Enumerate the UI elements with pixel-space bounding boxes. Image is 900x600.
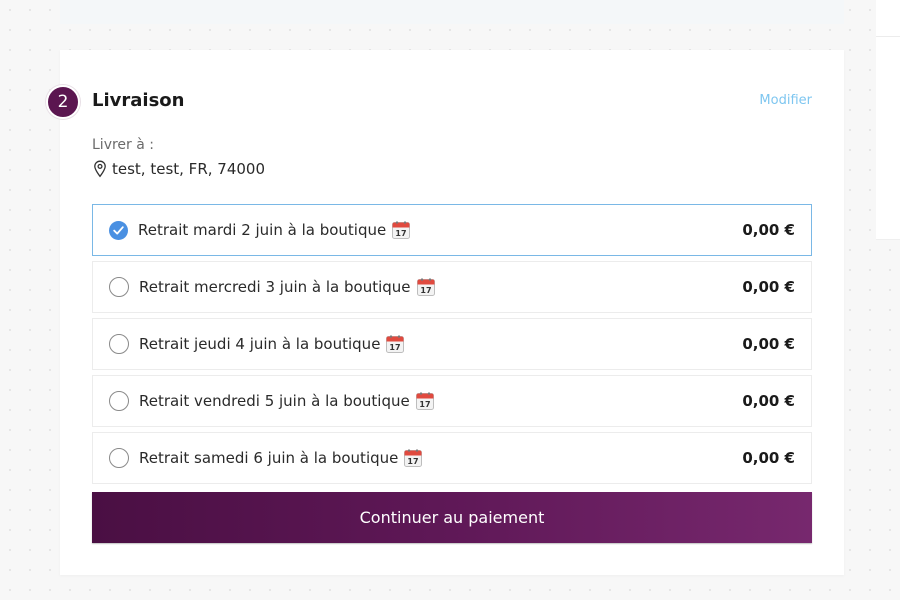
svg-text:17: 17 <box>420 286 431 295</box>
delivery-option-price: 0,00 € <box>742 221 795 239</box>
delivery-option-label: Retrait mercredi 3 juin à la boutique <box>139 278 411 296</box>
delivery-address: test, test, FR, 74000 <box>92 160 265 178</box>
radio-checked-icon[interactable] <box>109 220 128 240</box>
calendar-icon: 17 <box>415 391 435 411</box>
address-text: test, test, FR, 74000 <box>112 160 265 178</box>
delivery-option-label: Retrait jeudi 4 juin à la boutique <box>139 335 381 353</box>
radio-unchecked-icon[interactable] <box>109 277 129 297</box>
delivery-option-label: Retrait mardi 2 juin à la boutique <box>138 221 387 239</box>
delivery-option[interactable]: Retrait mercredi 3 juin à la boutique 17… <box>92 261 812 313</box>
svg-text:17: 17 <box>390 343 401 352</box>
calendar-icon: 17 <box>391 220 411 240</box>
delivery-option-label: Retrait vendredi 5 juin à la boutique <box>139 392 410 410</box>
delivery-option[interactable]: Retrait jeudi 4 juin à la boutique 17 0,… <box>92 318 812 370</box>
delivery-option-price: 0,00 € <box>742 449 795 467</box>
delivery-option-price: 0,00 € <box>742 278 795 296</box>
delivery-option[interactable]: Retrait mardi 2 juin à la boutique 17 0,… <box>92 204 812 256</box>
delivery-option-price: 0,00 € <box>742 392 795 410</box>
delivery-option[interactable]: Retrait samedi 6 juin à la boutique 17 0… <box>92 432 812 484</box>
radio-unchecked-icon[interactable] <box>109 391 129 411</box>
map-pin-icon <box>92 160 108 178</box>
deliver-to-label: Livrer à : <box>92 137 154 153</box>
step-number-badge: 2 <box>46 85 80 119</box>
continue-to-payment-button[interactable]: Continuer au paiement <box>92 492 812 543</box>
top-background-strip <box>60 0 844 24</box>
edit-link[interactable]: Modifier <box>759 93 812 108</box>
delivery-option[interactable]: Retrait vendredi 5 juin à la boutique 17… <box>92 375 812 427</box>
calendar-icon: 17 <box>416 277 436 297</box>
delivery-section-card: 2 Livraison Modifier Livrer à : test, te… <box>46 50 844 575</box>
svg-text:17: 17 <box>396 229 407 238</box>
delivery-option-label: Retrait samedi 6 juin à la boutique <box>139 449 399 467</box>
radio-unchecked-icon[interactable] <box>109 448 129 468</box>
svg-text:17: 17 <box>419 400 430 409</box>
svg-text:17: 17 <box>408 457 419 466</box>
radio-unchecked-icon[interactable] <box>109 334 129 354</box>
calendar-icon: 17 <box>385 334 405 354</box>
calendar-icon: 17 <box>403 448 423 468</box>
right-side-panel <box>876 0 900 240</box>
delivery-options-list: Retrait mardi 2 juin à la boutique 17 0,… <box>92 204 812 489</box>
section-title: Livraison <box>92 90 185 111</box>
delivery-option-price: 0,00 € <box>742 335 795 353</box>
